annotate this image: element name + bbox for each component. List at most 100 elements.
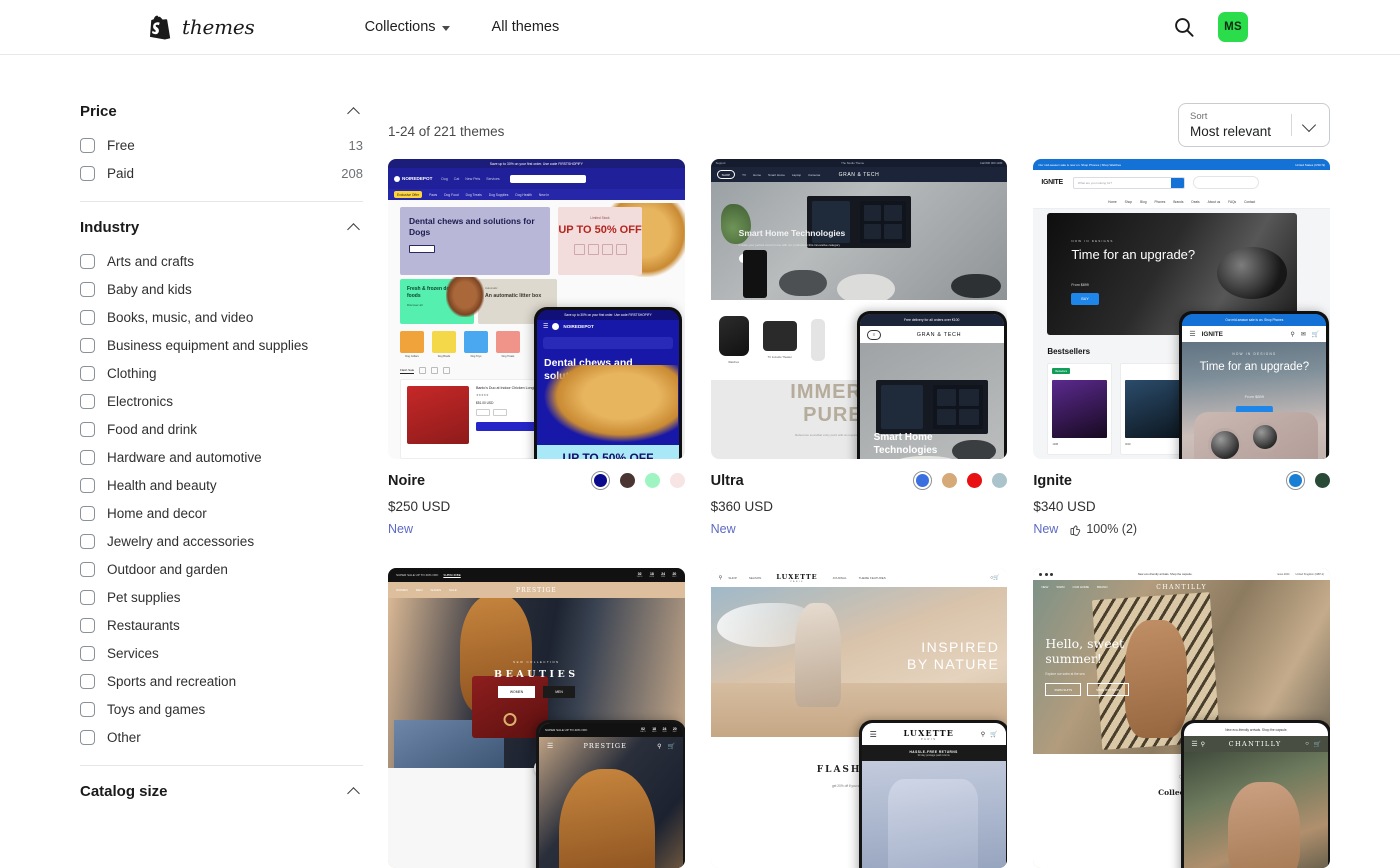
list-item[interactable]: Services bbox=[80, 639, 363, 667]
color-swatch[interactable] bbox=[992, 473, 1008, 488]
filter-option-paid[interactable]: Paid 208 bbox=[80, 159, 363, 187]
filter-option-label: Restaurants bbox=[107, 617, 180, 633]
list-item[interactable]: Restaurants bbox=[80, 611, 363, 639]
theme-name[interactable]: Ultra bbox=[711, 473, 744, 489]
list-item[interactable]: Sports and recreation bbox=[80, 667, 363, 695]
preview-timer-unit: SEC bbox=[672, 576, 677, 578]
filter-option-free[interactable]: Free 13 bbox=[80, 131, 363, 159]
filter-option-paid-label: Paid bbox=[107, 165, 135, 181]
filter-group-price-title: Price bbox=[80, 103, 117, 120]
list-item[interactable]: Hardware and automotive bbox=[80, 443, 363, 471]
theme-card-meta: Ultra $360 USD New bbox=[711, 459, 1008, 536]
checkbox[interactable] bbox=[80, 365, 95, 381]
checkbox[interactable] bbox=[80, 165, 95, 181]
checkbox[interactable] bbox=[80, 617, 95, 633]
preview-store-name: NOIREDEPOT bbox=[402, 176, 433, 181]
list-item[interactable]: Business equipment and supplies bbox=[80, 331, 363, 359]
list-item[interactable]: Baby and kids bbox=[80, 275, 363, 303]
preview-topbar-region: United States (USD $) bbox=[1295, 162, 1325, 167]
checkbox[interactable] bbox=[80, 477, 95, 493]
list-item[interactable]: Other bbox=[80, 723, 363, 751]
preview-mobile-hero: Time for an upgrade? bbox=[1199, 361, 1310, 373]
list-item[interactable]: Clothing bbox=[80, 359, 363, 387]
nav-item-collections[interactable]: Collections bbox=[363, 15, 452, 39]
color-swatch-selected[interactable] bbox=[590, 471, 610, 490]
preview-hero-button: SWIM BOTTOMS bbox=[1087, 683, 1129, 696]
status-badge-new[interactable]: New bbox=[1033, 522, 1058, 536]
preview-mobile-price: From $899 bbox=[1244, 394, 1264, 399]
color-swatch[interactable] bbox=[619, 473, 635, 488]
checkbox[interactable] bbox=[80, 421, 95, 437]
checkbox[interactable] bbox=[80, 393, 95, 409]
theme-thumbnail[interactable]: Save up to 30% on your first order. Use … bbox=[388, 159, 685, 459]
checkbox[interactable] bbox=[80, 589, 95, 605]
checkbox[interactable] bbox=[80, 533, 95, 549]
preview-hero-sub: Explore our swim at the sea bbox=[1045, 672, 1085, 676]
chevron-up-icon[interactable] bbox=[349, 222, 360, 233]
list-item[interactable]: Electronics bbox=[80, 387, 363, 415]
checkbox[interactable] bbox=[80, 281, 95, 297]
theme-price: $340 USD bbox=[1033, 499, 1096, 514]
checkbox[interactable] bbox=[80, 337, 95, 353]
checkbox[interactable] bbox=[80, 645, 95, 661]
chevron-down-icon[interactable] bbox=[1303, 118, 1317, 132]
checkbox[interactable] bbox=[80, 137, 95, 153]
theme-thumbnail[interactable]: Our mid-season sale is now on. Shop Phon… bbox=[1033, 159, 1330, 459]
color-swatch[interactable] bbox=[644, 473, 660, 488]
chevron-up-icon[interactable] bbox=[349, 106, 360, 117]
checkbox[interactable] bbox=[80, 309, 95, 325]
color-swatch[interactable] bbox=[1314, 473, 1330, 488]
color-swatch-selected[interactable] bbox=[913, 471, 933, 490]
preview-nav-item: Deals bbox=[1191, 199, 1200, 204]
list-item[interactable]: Outdoor and garden bbox=[80, 555, 363, 583]
checkbox[interactable] bbox=[80, 701, 95, 717]
theme-thumbnail[interactable]: New eco-friendly arrivals. Shop the caps… bbox=[1033, 568, 1330, 868]
theme-name[interactable]: Ignite bbox=[1033, 473, 1072, 489]
filter-group-catalog-size-header[interactable]: Catalog size bbox=[80, 783, 363, 811]
sort-select[interactable]: Sort Most relevant bbox=[1178, 103, 1330, 147]
nav-item-all-themes[interactable]: All themes bbox=[490, 15, 562, 39]
theme-thumbnail[interactable]: Support The Studio Theme Call 800 000 11… bbox=[710, 159, 1008, 459]
preview-mobile-mockup: ☰ LUXETTE PARIS ⚲ 🛒 HASSLE-FREE RETURNS … bbox=[858, 720, 1008, 868]
filter-group-industry-header[interactable]: Industry bbox=[80, 219, 363, 247]
list-item[interactable]: Health and beauty bbox=[80, 471, 363, 499]
filter-group-price-header[interactable]: Price bbox=[80, 103, 363, 131]
list-item[interactable]: Arts and crafts bbox=[80, 247, 363, 275]
checkbox[interactable] bbox=[80, 729, 95, 745]
list-item[interactable]: Jewelry and accessories bbox=[80, 527, 363, 555]
filter-option-label: Business equipment and supplies bbox=[107, 337, 309, 353]
avatar[interactable]: MS bbox=[1218, 12, 1248, 42]
preview-nav-item: WOMEN bbox=[396, 588, 408, 592]
checkbox[interactable] bbox=[80, 253, 95, 269]
color-swatch[interactable] bbox=[669, 473, 685, 488]
checkbox[interactable] bbox=[80, 561, 95, 577]
theme-name[interactable]: Noire bbox=[388, 473, 425, 489]
preview-nav-item: Home bbox=[1108, 199, 1117, 204]
theme-thumbnail[interactable]: ⚲ SHOP SEASON LUXETTE PARIS JOURNAL THEM… bbox=[710, 568, 1008, 868]
status-badge-new[interactable]: New bbox=[711, 522, 736, 536]
preview-nav-item: SHOES bbox=[430, 588, 442, 592]
list-item[interactable]: Books, music, and video bbox=[80, 303, 363, 331]
preview-subnav-item: Dog Treats bbox=[465, 192, 482, 197]
theme-thumbnail[interactable]: SUPER SALE UP TO 40% OFF SUBSCRIBE 02 DAY… bbox=[388, 568, 685, 868]
chevron-up-icon[interactable] bbox=[349, 786, 360, 797]
checkbox[interactable] bbox=[80, 449, 95, 465]
list-item[interactable]: Food and drink bbox=[80, 415, 363, 443]
color-swatch[interactable] bbox=[942, 473, 958, 488]
checkbox[interactable] bbox=[80, 673, 95, 689]
brand-logo[interactable]: themes bbox=[150, 15, 255, 40]
preview-section-title: Bestsellers bbox=[1047, 347, 1091, 356]
preview-subnav-item: New In bbox=[538, 192, 550, 197]
search-icon[interactable] bbox=[1172, 15, 1196, 39]
checkbox[interactable] bbox=[80, 505, 95, 521]
rating-value: 100% (2) bbox=[1086, 522, 1138, 536]
color-swatch[interactable] bbox=[967, 473, 983, 488]
preview-hero-line2: BY NATURE bbox=[906, 656, 1000, 672]
list-item[interactable]: Toys and games bbox=[80, 695, 363, 723]
list-item[interactable]: Pet supplies bbox=[80, 583, 363, 611]
list-item[interactable]: Home and decor bbox=[80, 499, 363, 527]
top-navigation-bar: themes Collections All themes MS bbox=[0, 0, 1400, 55]
filter-option-label: Pet supplies bbox=[107, 589, 181, 605]
color-swatch-selected[interactable] bbox=[1285, 471, 1305, 490]
status-badge-new[interactable]: New bbox=[388, 522, 413, 536]
